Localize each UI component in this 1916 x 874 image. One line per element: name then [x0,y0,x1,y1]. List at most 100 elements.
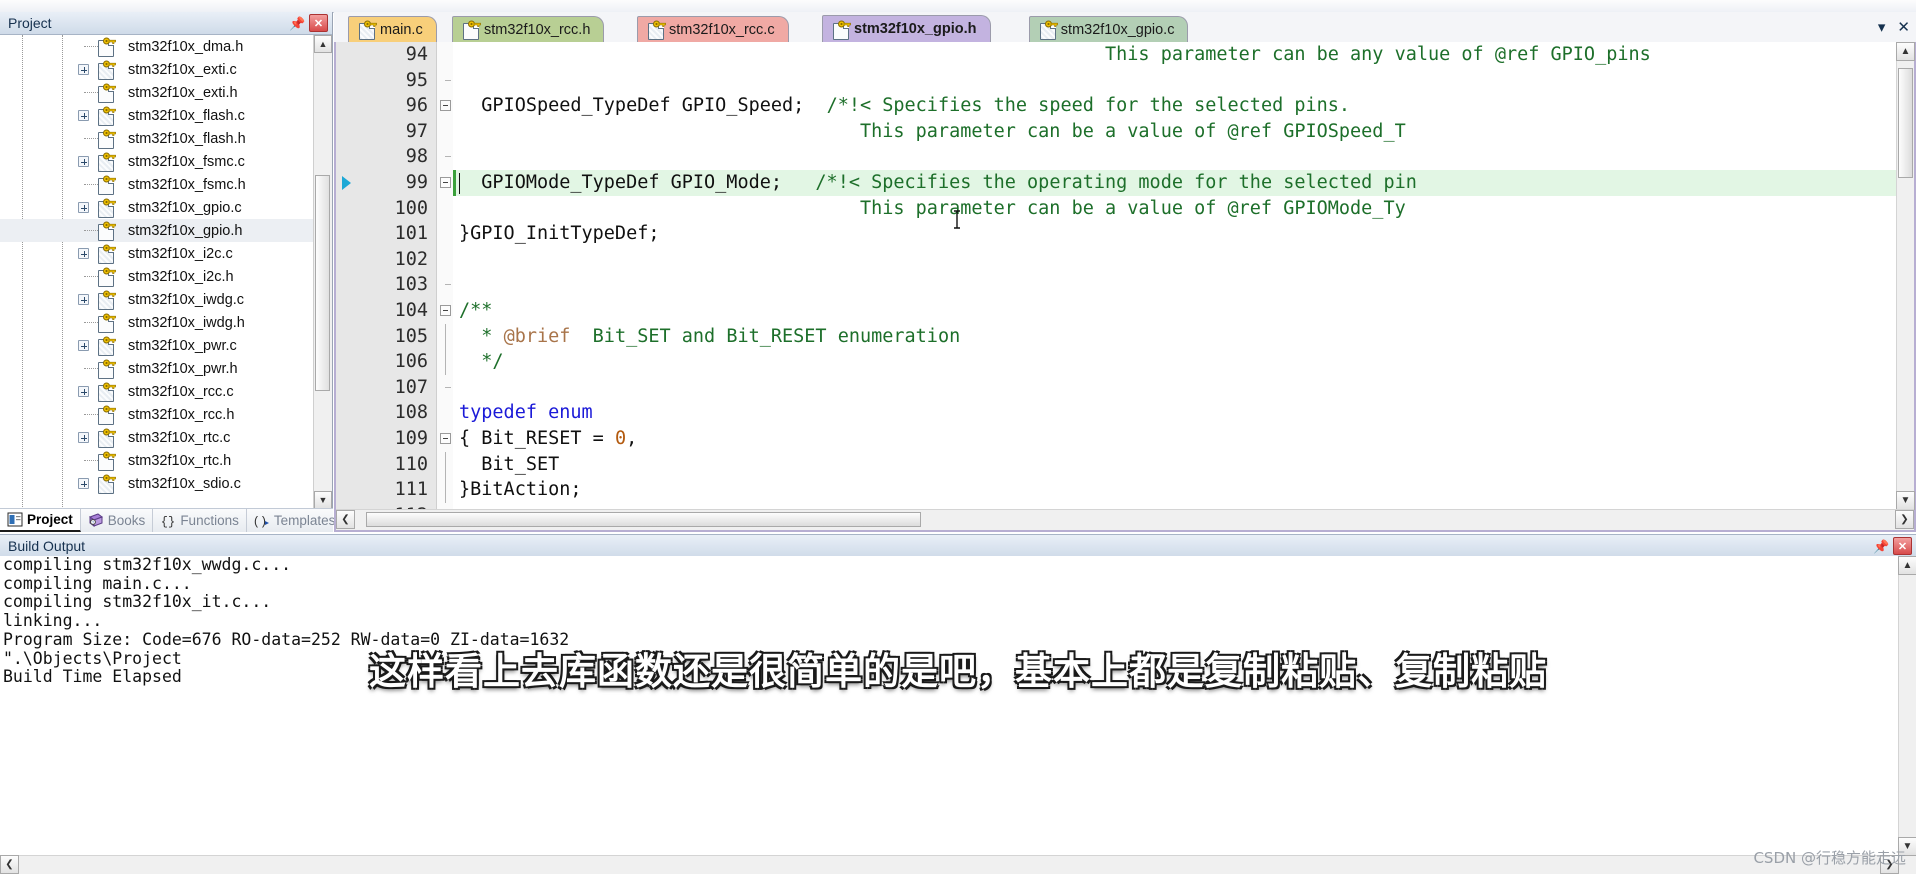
fold-toggle-icon[interactable] [440,433,451,444]
view-tab-books[interactable]: ? Books [81,509,154,532]
pin-icon[interactable]: 📌 [1873,538,1889,554]
line-number: 97 [405,120,428,142]
mouse-cursor-ibeam [953,210,962,229]
close-icon[interactable]: ✕ [1893,537,1912,555]
build-output-line: Build Time Elapsed [3,667,182,687]
close-icon[interactable]: ✕ [1897,18,1910,36]
fold-toggle-icon[interactable] [440,177,451,188]
tree-item-stm32f10x-i2c-c[interactable]: stm32f10x_i2c.c [0,242,314,265]
code-line: { Bit_RESET = 0, [453,426,1897,452]
view-tab-project[interactable]: Project [0,509,81,532]
tree-item-stm32f10x-pwr-c[interactable]: stm32f10x_pwr.c [0,334,314,357]
editor-marker-gutter[interactable] [336,42,362,510]
project-tree[interactable]: stm32f10x_dma.h stm32f10x_exti.c stm32f10x… [0,35,314,509]
project-icon [7,512,23,527]
scroll-up-arrow[interactable]: ▲ [1898,556,1916,575]
editor-tab-main-c[interactable]: main.c [348,16,437,42]
code-editor[interactable]: 94 95 96 97 98 99 100 101 102 103 104 105 106 107 108 1… [334,42,1916,532]
tree-item-stm32f10x-gpio-h[interactable]: stm32f10x_gpio.h [0,219,314,242]
tabbar-controls: ▾ ✕ [1878,18,1910,36]
scroll-down-arrow[interactable]: ▼ [314,491,332,509]
project-view-tabs[interactable]: Project? Books{} Functions() Templates [0,508,344,532]
vertical-scrollbar-thumb[interactable] [1898,68,1913,178]
scroll-up-arrow[interactable]: ▲ [1896,42,1915,61]
scroll-left-arrow[interactable]: ❮ [0,855,19,874]
tree-item-stm32f10x-dma-h[interactable]: stm32f10x_dma.h [0,35,314,58]
tree-item-stm32f10x-iwdg-h[interactable]: stm32f10x_iwdg.h [0,311,314,334]
line-number: 110 [394,453,428,475]
tree-expander-icon[interactable] [78,340,89,351]
tree-expander-icon[interactable] [78,156,89,167]
tree-item-stm32f10x-fsmc-c[interactable]: stm32f10x_fsmc.c [0,150,314,173]
tree-expander-icon[interactable] [78,432,89,443]
tree-expander-icon[interactable] [78,478,89,489]
scrollbar-thumb[interactable] [315,175,330,391]
h-file-icon [97,451,116,471]
view-tab-label: Books [107,513,146,528]
editor-text-area[interactable]: This parameter can be any value of @ref … [453,42,1897,510]
tree-item-stm32f10x-i2c-h[interactable]: stm32f10x_i2c.h [0,265,314,288]
tree-connector [84,230,98,231]
editor-tabbar[interactable]: ▾ ✕ main.c stm32f10x_rcc.h stm32f10x_rcc.c… [334,12,1916,43]
tree-item-stm32f10x-pwr-h[interactable]: stm32f10x_pwr.h [0,357,314,380]
scroll-left-arrow[interactable]: ❮ [336,510,355,529]
editor-tab-stm32f10x-rcc-h[interactable]: stm32f10x_rcc.h [452,16,605,42]
line-change-marker [453,170,456,196]
view-tab-functions[interactable]: {} Functions [153,509,247,532]
tree-item-stm32f10x-flash-c[interactable]: stm32f10x_flash.c [0,104,314,127]
scroll-right-arrow[interactable]: ❯ [1895,510,1914,529]
code-token: /** [459,299,493,321]
editor-fold-gutter[interactable] [437,42,454,510]
chevron-down-icon[interactable]: ▾ [1878,18,1886,36]
tree-expander-icon[interactable] [78,294,89,305]
pin-icon[interactable]: 📌 [289,15,305,31]
code-token: This parameter can be a value of @ref GP… [459,120,1406,142]
h-file-icon [97,175,116,195]
functions-icon: {} [160,513,176,529]
build-output-horizontal-scrollbar[interactable]: ❮ ❯ [0,855,1899,874]
code-line: Bit_SET [453,452,1897,478]
view-tab-label: Templates [273,513,336,528]
fold-toggle-icon[interactable] [440,305,451,316]
project-tree-scrollbar[interactable]: ▲ ▼ [313,35,332,509]
tree-item-stm32f10x-gpio-c[interactable]: stm32f10x_gpio.c [0,196,314,219]
tree-item-stm32f10x-rtc-c[interactable]: stm32f10x_rtc.c [0,426,314,449]
line-number: 101 [394,223,428,245]
tree-item-stm32f10x-exti-h[interactable]: stm32f10x_exti.h [0,81,314,104]
tree-expander-icon[interactable] [78,386,89,397]
build-output-line: compiling stm32f10x_wwdg.c... [3,556,292,574]
build-output-buttons: 📌 ✕ [1873,537,1912,555]
editor-tab-stm32f10x-gpio-c[interactable]: stm32f10x_gpio.c [1028,16,1189,42]
tree-item-stm32f10x-sdio-c[interactable]: stm32f10x_sdio.c [0,472,314,495]
tree-expander-icon[interactable] [78,110,89,121]
h-file-icon [97,267,116,287]
scroll-down-arrow[interactable]: ▼ [1896,491,1915,510]
editor-tab-stm32f10x-gpio-h[interactable]: stm32f10x_gpio.h [822,15,991,42]
editor-horizontal-scrollbar[interactable]: ❮ ❯ [336,509,1914,530]
tree-expander-icon[interactable] [78,202,89,213]
templates-icon: () [253,513,270,529]
build-output-log[interactable]: compiling stm32f10x_wwdg.c... compiling m… [0,556,1899,856]
tree-expander-icon[interactable] [78,248,89,259]
tree-expander-icon[interactable] [78,64,89,75]
build-output-vertical-scrollbar[interactable]: ▲ ▼ [1898,556,1916,874]
close-icon[interactable]: ✕ [309,14,328,32]
keil-uvision-window: Target 1 Project 📌 ✕ stm32f10x_dma.hstm3… [0,0,1916,874]
tree-item-stm32f10x-flash-h[interactable]: stm32f10x_flash.h [0,127,314,150]
tree-item-stm32f10x-rtc-h[interactable]: stm32f10x_rtc.h [0,449,314,472]
watermark: CSDN @行稳方能走远 [1753,849,1906,867]
tree-item-stm32f10x-exti-c[interactable]: stm32f10x_exti.c [0,58,314,81]
tree-item-stm32f10x-iwdg-c[interactable]: stm32f10x_iwdg.c [0,288,314,311]
tree-item-stm32f10x-rcc-h[interactable]: stm32f10x_rcc.h [0,403,314,426]
horizontal-scrollbar-thumb[interactable] [366,512,921,527]
editor-vertical-scrollbar[interactable]: ▲ ▼ [1896,42,1915,510]
editor-tab-stm32f10x-rcc-c[interactable]: stm32f10x_rcc.c [637,16,789,42]
code-token: Bit_SET [459,453,560,475]
tree-item-stm32f10x-fsmc-h[interactable]: stm32f10x_fsmc.h [0,173,314,196]
tree-item-stm32f10x-rcc-c[interactable]: stm32f10x_rcc.c [0,380,314,403]
scroll-up-arrow[interactable]: ▲ [314,35,332,53]
view-tab-templates[interactable]: () Templates [247,509,344,532]
fold-toggle-icon[interactable] [440,100,451,112]
